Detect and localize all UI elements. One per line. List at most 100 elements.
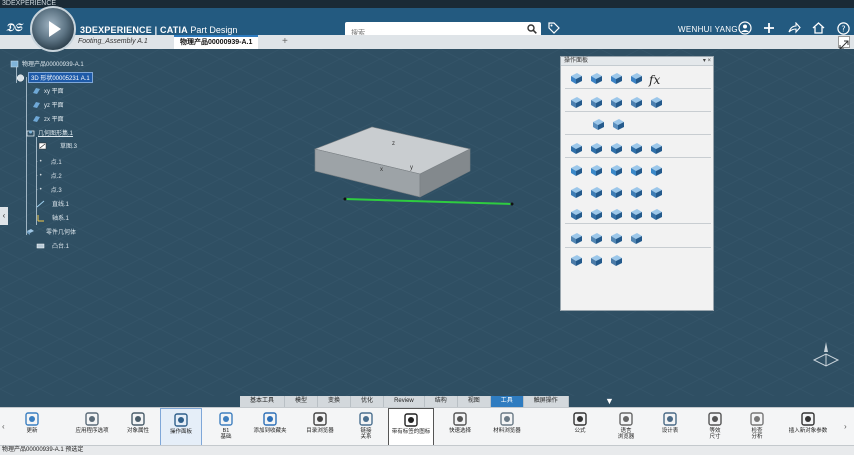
action-button-b1[interactable]: B1 基础 — [208, 408, 244, 446]
tab-physical-product[interactable]: 物理产品00000939-A.1 — [174, 35, 259, 49]
panel-tool-icon[interactable] — [569, 185, 584, 200]
action-button-material[interactable]: 材料浏览器 — [485, 408, 529, 446]
tree-item-pad[interactable]: 凸台.1 — [36, 241, 69, 250]
panel-tool-icon[interactable] — [589, 71, 604, 86]
chevron-down-icon[interactable]: ▼ — [605, 397, 614, 406]
tree-item-yz-plane[interactable]: yz 平面 — [32, 100, 64, 109]
tag-icon[interactable] — [548, 22, 560, 34]
panel-close-icon[interactable]: ▾ × — [703, 57, 711, 66]
search-icon[interactable] — [527, 24, 537, 34]
section-tab[interactable]: 基本工具 — [240, 396, 286, 407]
panel-tool-icon[interactable] — [609, 253, 624, 268]
section-tab[interactable]: Review — [384, 396, 425, 407]
share-icon[interactable] — [787, 21, 801, 35]
action-button-insert-param[interactable]: 插入新对象参数 — [780, 408, 836, 446]
panel-tool-icon[interactable] — [609, 71, 624, 86]
panel-tool-icon[interactable] — [629, 185, 644, 200]
action-button-action-panel[interactable]: 操作面板 — [160, 408, 202, 446]
section-tab[interactable]: 模型 — [285, 396, 319, 407]
action-panel[interactable]: 操作面板 ▾ × fx — [560, 56, 714, 311]
section-tab[interactable]: 触屏操作 — [524, 396, 569, 407]
panel-tool-icon[interactable] — [629, 95, 644, 110]
action-button-language[interactable]: 语言 浏览器 — [608, 408, 644, 446]
panel-tool-icon[interactable] — [569, 231, 584, 246]
panel-tool-icon[interactable] — [589, 231, 604, 246]
action-button-catalog[interactable]: 目录浏览器 — [298, 408, 342, 446]
panel-tool-icon[interactable] — [629, 231, 644, 246]
action-button-check-analysis[interactable]: 检查 分析 — [742, 408, 772, 446]
panel-tool-icon[interactable] — [609, 163, 624, 178]
panel-tool-icon[interactable] — [589, 185, 604, 200]
tree-item-xy-plane[interactable]: xy 平面 — [32, 86, 64, 95]
panel-tool-icon[interactable] — [589, 95, 604, 110]
tree-item-geoset[interactable]: 几何图形集.1 — [26, 128, 73, 137]
panel-tool-icon[interactable] — [569, 141, 584, 156]
orientation-compass[interactable] — [812, 340, 840, 368]
action-button-formula[interactable]: 公式 — [562, 408, 598, 446]
panel-tool-icon[interactable] — [569, 253, 584, 268]
action-button-favorites[interactable]: 添加到收藏夹 — [248, 408, 292, 446]
section-tab[interactable]: 结构 — [425, 396, 458, 407]
viewport-canvas[interactable]: z x y — [0, 49, 854, 396]
section-tab[interactable]: 变换 — [318, 396, 352, 407]
tree-item-point-2[interactable]: · • 点.2 — [36, 171, 62, 181]
scroll-left-icon[interactable]: ‹ — [2, 422, 5, 431]
compass-play-button[interactable] — [30, 6, 76, 52]
panel-tool-icon[interactable] — [589, 207, 604, 222]
panel-tool-icon[interactable] — [629, 163, 644, 178]
scroll-right-icon[interactable]: › — [844, 422, 847, 431]
home-icon[interactable] — [811, 21, 825, 35]
section-tab[interactable]: 视图 — [458, 396, 491, 407]
tree-item-line-1[interactable]: 直线.1 — [36, 199, 69, 208]
tree-collapse-toggle[interactable]: ‹ — [0, 207, 8, 225]
panel-tool-icon[interactable] — [629, 71, 644, 86]
panel-tool-icon[interactable] — [611, 117, 626, 132]
panel-tool-icon[interactable] — [649, 141, 664, 156]
panel-tool-icon[interactable] — [569, 95, 584, 110]
panel-tool-icon[interactable] — [649, 163, 664, 178]
action-panel-title-bar[interactable]: 操作面板 ▾ × — [561, 57, 713, 66]
panel-tool-icon[interactable] — [649, 95, 664, 110]
panel-tool-icon[interactable] — [609, 207, 624, 222]
tree-item-zx-plane[interactable]: zx 平面 — [32, 114, 64, 123]
section-tab[interactable]: 优化 — [351, 396, 385, 407]
add-icon[interactable] — [762, 21, 776, 35]
panel-tool-icon[interactable] — [591, 117, 606, 132]
expand-icon[interactable] — [838, 36, 850, 50]
action-button-properties[interactable]: 对象属性 — [120, 408, 156, 446]
3d-viewport[interactable]: z x y 物理产品00000939-A.1 3D 形状00005231 A.1… — [0, 49, 854, 396]
panel-tool-icon[interactable] — [629, 207, 644, 222]
panel-tool-icon[interactable] — [609, 141, 624, 156]
action-button-update[interactable]: 更新 — [14, 408, 50, 446]
action-button-equivalent-dim[interactable]: 等效 尺寸 — [697, 408, 733, 446]
panel-tool-icon[interactable] — [649, 207, 664, 222]
panel-tool-icon[interactable] — [629, 141, 644, 156]
panel-tool-icon[interactable] — [569, 71, 584, 86]
panel-tool-icon[interactable] — [569, 207, 584, 222]
action-button-app-options[interactable]: 应用程序选项 — [70, 408, 114, 446]
panel-tool-icon[interactable] — [589, 163, 604, 178]
action-button-design-table[interactable]: 设计表 — [655, 408, 685, 446]
help-icon[interactable]: ? — [836, 21, 850, 35]
tree-item-point-3[interactable]: · • 点.3 — [36, 185, 62, 195]
panel-tool-icon[interactable] — [609, 231, 624, 246]
tree-item-part[interactable]: 3D 形状00005231 A.1 — [16, 72, 93, 83]
panel-tool-icon[interactable]: fx — [649, 71, 664, 87]
panel-tool-icon[interactable] — [589, 141, 604, 156]
tab-footing-assembly[interactable]: Footing_Assembly A.1 — [72, 35, 154, 49]
new-tab-button[interactable]: + — [282, 35, 288, 49]
user-name[interactable]: WENHUI YANG — [678, 25, 738, 34]
action-button-quick-select[interactable]: 快速选择 — [440, 408, 480, 446]
tree-item-axis-system[interactable]: 轴系.1 — [36, 213, 69, 222]
tree-item-body[interactable]: 零件几何体 — [26, 227, 76, 236]
panel-tool-icon[interactable] — [589, 253, 604, 268]
action-button-links[interactable]: 链接 关系 — [348, 408, 384, 446]
action-button-labeled[interactable]: 带有标签的图标 — [388, 408, 434, 446]
panel-tool-icon[interactable] — [609, 95, 624, 110]
panel-tool-icon[interactable] — [609, 185, 624, 200]
panel-tool-icon[interactable] — [649, 185, 664, 200]
avatar-icon[interactable] — [738, 21, 752, 35]
panel-tool-icon[interactable] — [569, 163, 584, 178]
tree-item-point-1[interactable]: · • 点.1 — [36, 157, 62, 167]
tree-item-root[interactable]: 物理产品00000939-A.1 — [10, 59, 84, 68]
